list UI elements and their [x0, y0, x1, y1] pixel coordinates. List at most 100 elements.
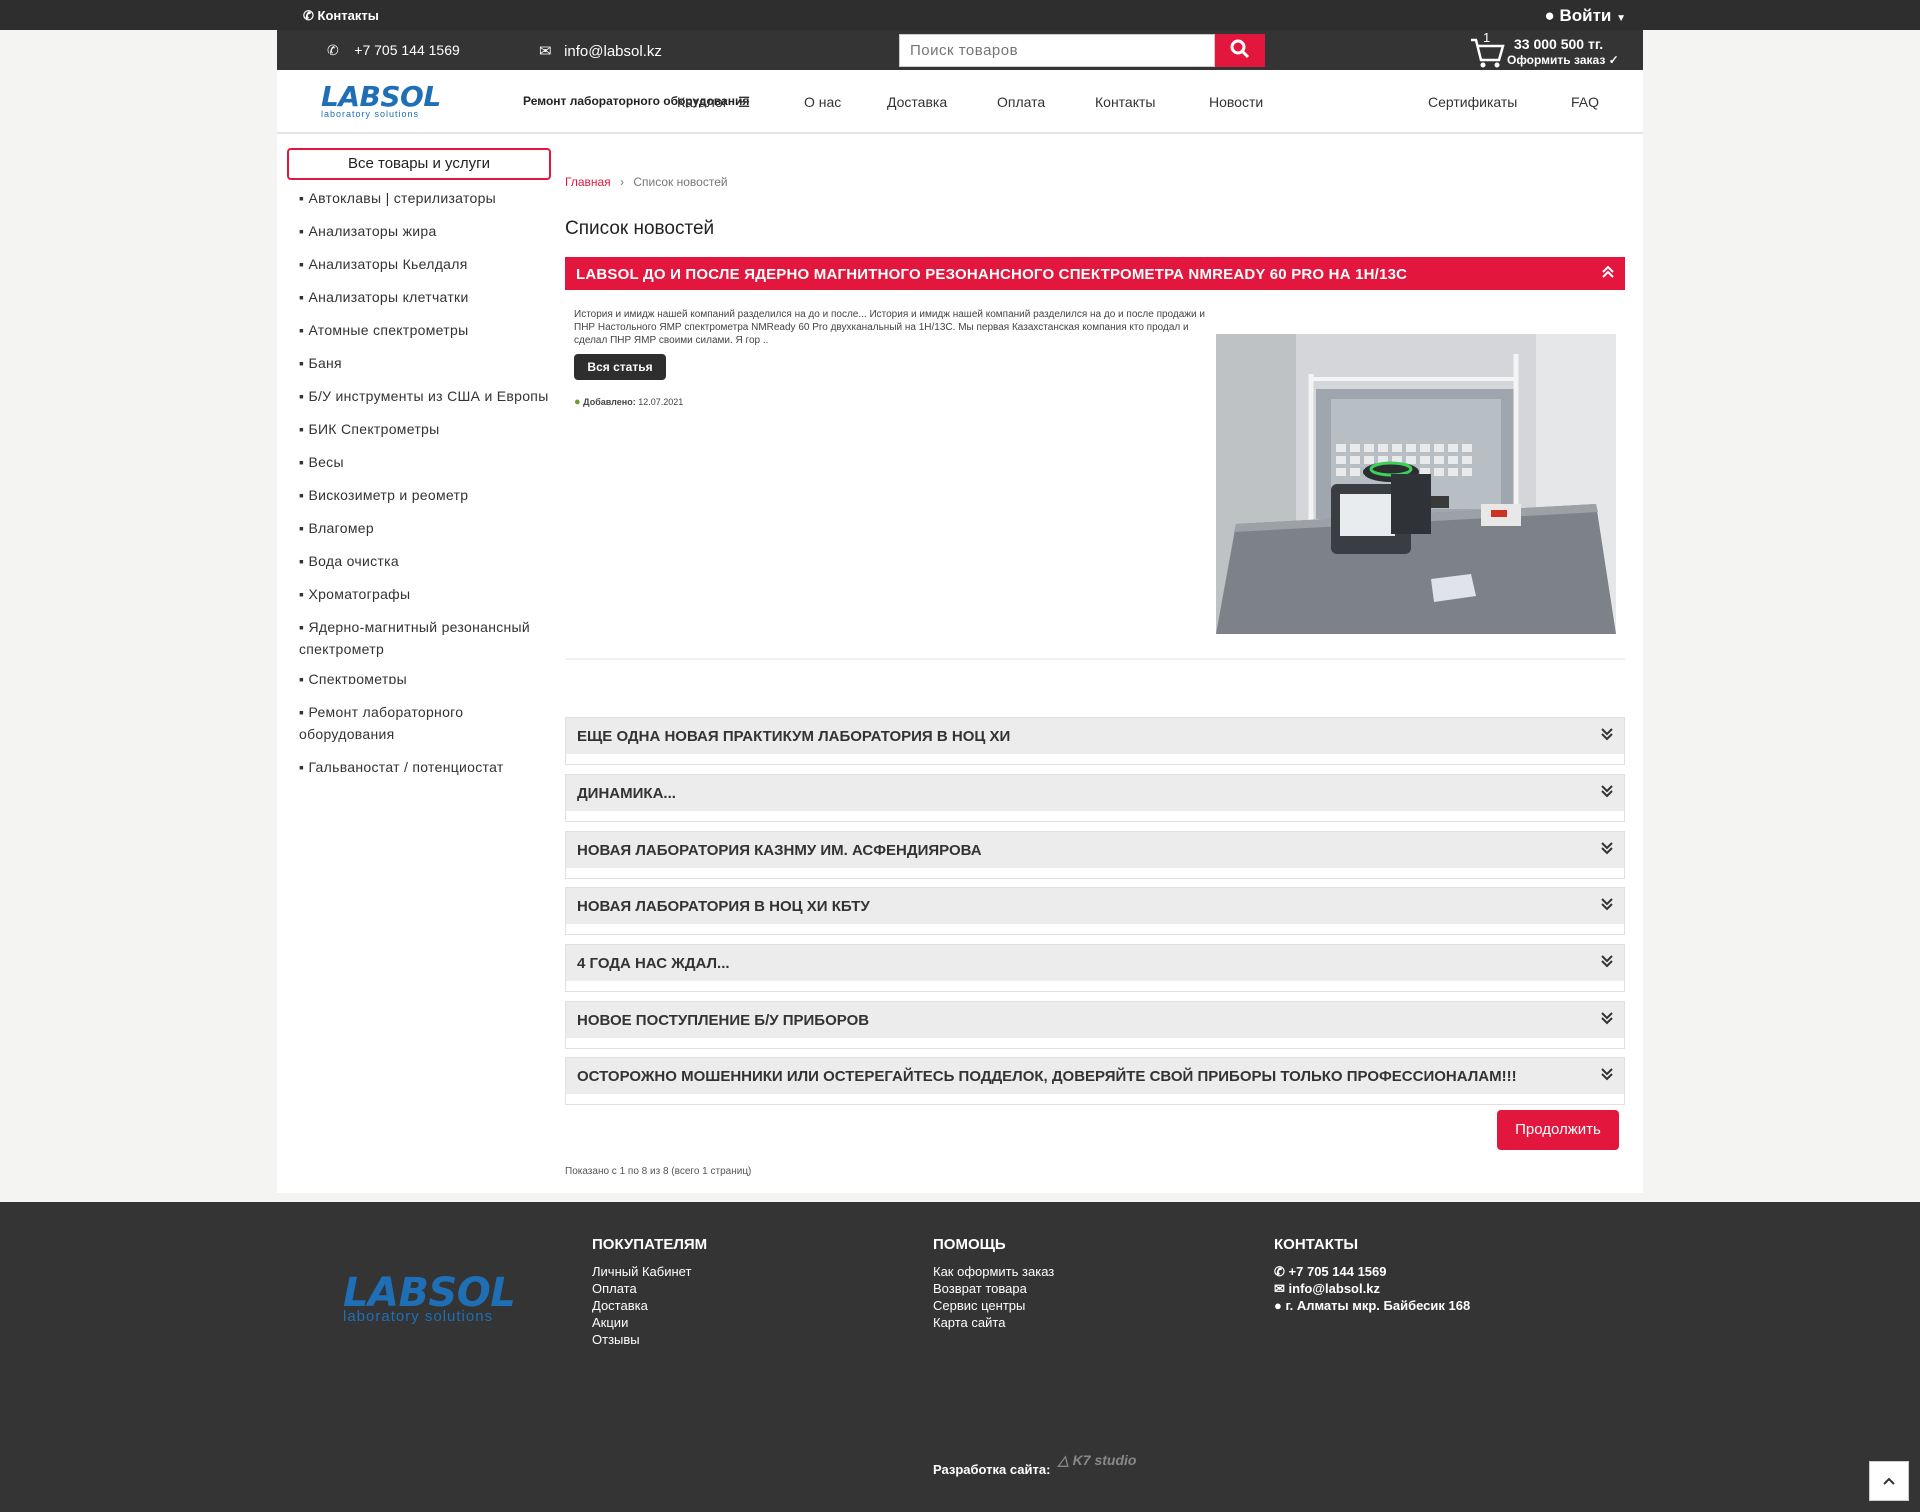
category-item[interactable]: ▪ Вискозиметр и реометр [299, 481, 551, 514]
footer-buyers-title: ПОКУПАТЕЛЯМ [592, 1236, 708, 1253]
nav-about[interactable]: О нас [804, 94, 841, 110]
footer-link[interactable]: Отзывы [592, 1331, 707, 1348]
footer-link[interactable]: Сервис центры [933, 1297, 1054, 1314]
site-footer: LABSOL laboratory solutions ПОКУПАТЕЛЯМ … [0, 1202, 1920, 1512]
search-icon [1230, 39, 1250, 59]
category-item[interactable]: ▪ Вода очистка [299, 547, 551, 580]
hamburger-icon: ☰ [737, 94, 751, 110]
chevron-double-down-icon[interactable] [1600, 841, 1614, 860]
footer-logo[interactable]: LABSOL laboratory solutions [343, 1272, 516, 1325]
article-item[interactable]: ЕЩЕ ОДНА НОВАЯ ПРАКТИКУМ ЛАБОРАТОРИЯ В Н… [565, 717, 1625, 765]
footer-help: ПОМОЩЬ Как оформить заказ Возврат товара… [933, 1236, 1054, 1331]
user-icon: ● [1544, 6, 1555, 25]
check-circle-icon: ● [574, 396, 581, 408]
footer-link[interactable]: Доставка [592, 1297, 707, 1314]
nav-catalog[interactable]: Каталог ☰ [677, 94, 750, 111]
cart-sum: 33 000 500 тг. [1514, 36, 1604, 52]
nav-certificates[interactable]: Сертификаты [1428, 94, 1517, 110]
category-item[interactable]: ▪ Хроматографы [299, 580, 551, 613]
header-email[interactable]: ✉ info@labsol.kz [539, 42, 662, 60]
category-item[interactable]: ▪ Анализаторы жира [299, 217, 551, 250]
whatsapp-icon: ✆ [303, 8, 314, 23]
category-sidebar: Все товары и услуги ▪ Автоклавы | стерил… [287, 148, 551, 786]
search-button[interactable] [1215, 34, 1265, 67]
article-excerpt: История и имидж нашей компаний разделилс… [574, 309, 1205, 346]
footer-link[interactable]: Акции [592, 1314, 707, 1331]
login-menu[interactable]: ● Войти ▼ [1544, 6, 1626, 26]
category-list: ▪ Автоклавы | стерилизаторы ▪ Анализатор… [287, 184, 551, 786]
nmr-spectrometer-photo [1216, 334, 1616, 634]
category-item[interactable]: ▪ Ремонт лабораторного оборудования [299, 698, 551, 753]
breadcrumb-current: Список новостей [633, 175, 728, 189]
caret-down-icon: ▼ [1616, 13, 1626, 24]
footer-link[interactable]: Карта сайта [933, 1314, 1054, 1331]
cart-count: 1 [1483, 30, 1491, 45]
all-products-button[interactable]: Все товары и услуги [287, 148, 551, 180]
category-item[interactable]: ▪ Спектрометры [299, 668, 551, 684]
phone-icon: ✆ [327, 42, 339, 58]
search-box [899, 34, 1273, 67]
category-item[interactable]: ▪ Влагомер [299, 514, 551, 547]
chevron-double-down-icon[interactable] [1600, 1067, 1614, 1086]
breadcrumb-separator-icon: › [620, 175, 625, 189]
footer-contacts: КОНТАКТЫ ✆ +7 705 144 1569 ✉ info@labsol… [1274, 1236, 1470, 1314]
footer-contacts-title: КОНТАКТЫ [1274, 1236, 1359, 1253]
chevron-double-down-icon[interactable] [1600, 897, 1614, 916]
checkout-link[interactable]: Оформить заказ ✓ [1507, 53, 1619, 67]
developer-logo[interactable]: △ K7 studio [1058, 1452, 1136, 1469]
continue-button[interactable]: Продолжить [1497, 1110, 1619, 1150]
chevron-double-down-icon[interactable] [1600, 1011, 1614, 1030]
scroll-to-top-button[interactable] [1869, 1461, 1909, 1501]
footer-phone[interactable]: ✆ +7 705 144 1569 [1274, 1263, 1470, 1280]
map-pin-icon: ● [1274, 1298, 1282, 1313]
nav-faq[interactable]: FAQ [1571, 94, 1599, 110]
header-phone[interactable]: ✆ +7 705 144 1569 [327, 42, 460, 59]
article-body: История и имидж нашей компаний разделилс… [565, 290, 1625, 660]
category-item[interactable]: ▪ Автоклавы | стерилизаторы [299, 184, 551, 217]
category-item[interactable]: ▪ Анализаторы клетчатки [299, 283, 551, 316]
article-item[interactable]: НОВАЯ ЛАБОРАТОРИЯ КАЗНМУ ИМ. АСФЕНДИЯРОВ… [565, 831, 1625, 879]
triangle-icon: △ [1058, 1452, 1069, 1468]
pagination-summary: Показано с 1 по 8 из 8 (всего 1 страниц) [565, 1166, 752, 1177]
developer-label: Разработка сайта: [933, 1462, 1051, 1477]
category-item[interactable]: ▪ Анализаторы Кьелдаля [299, 250, 551, 283]
article-title[interactable]: LABSOL ДО И ПОСЛЕ ЯДЕРНО МАГНИТНОГО РЕЗО… [576, 266, 1407, 283]
chevron-double-down-icon[interactable] [1600, 954, 1614, 973]
category-item[interactable]: ▪ БИК Спектрометры [299, 415, 551, 448]
read-more-button[interactable]: Вся статья [574, 354, 666, 380]
footer-link[interactable]: Как оформить заказ [933, 1263, 1054, 1280]
footer-link[interactable]: Оплата [592, 1280, 707, 1297]
search-input[interactable] [899, 34, 1215, 67]
nav-contacts[interactable]: Контакты [1095, 94, 1155, 110]
chevron-double-down-icon[interactable] [1600, 784, 1614, 803]
category-item[interactable]: ▪ Гальваностат / потенциостат [299, 753, 551, 786]
footer-link[interactable]: Возврат товара [933, 1280, 1054, 1297]
category-item[interactable]: ▪ Баня [299, 349, 551, 382]
site-logo[interactable]: LABSOL laboratory solutions [321, 82, 441, 122]
footer-email[interactable]: ✉ info@labsol.kz [1274, 1280, 1470, 1297]
article-item[interactable]: НОВАЯ ЛАБОРАТОРИЯ В НОЦ ХИ КБТУ [565, 887, 1625, 935]
article-item[interactable]: НОВОЕ ПОСТУПЛЕНИЕ Б/У ПРИБОРОВ [565, 1001, 1625, 1049]
article-photo[interactable] [1216, 334, 1616, 634]
chevron-double-down-icon[interactable] [1600, 727, 1614, 746]
chevron-up-icon [1883, 1477, 1895, 1485]
nav-payment[interactable]: Оплата [997, 94, 1045, 110]
article-open-header[interactable]: LABSOL ДО И ПОСЛЕ ЯДЕРНО МАГНИТНОГО РЕЗО… [565, 257, 1625, 290]
category-item[interactable]: ▪ Весы [299, 448, 551, 481]
top-contacts-link[interactable]: ✆ Контакты [303, 8, 379, 24]
article-item[interactable]: 4 ГОДА НАС ЖДАЛ... [565, 944, 1625, 992]
category-item[interactable]: ▪ Ядерно-магнитный резонансный спектроме… [299, 613, 551, 668]
cart-widget[interactable]: 1 33 000 500 тг. Оформить заказ ✓ [1469, 30, 1629, 68]
envelope-icon: ✉ [539, 43, 552, 60]
article-item[interactable]: ДИНАМИКА... [565, 774, 1625, 822]
breadcrumb: Главная › Список новостей [565, 175, 728, 189]
footer-link[interactable]: Личный Кабинет [592, 1263, 707, 1280]
category-item[interactable]: ▪ Атомные спектрометры [299, 316, 551, 349]
chevron-up-icon[interactable] [1601, 265, 1615, 283]
category-item[interactable]: ▪ Б/У инструменты из США и Европы [299, 382, 551, 415]
article-item[interactable]: ОСТОРОЖНО МОШЕННИКИ ИЛИ ОСТЕРЕГАЙТЕСЬ ПО… [565, 1057, 1625, 1105]
breadcrumb-home[interactable]: Главная [565, 175, 611, 189]
nav-news[interactable]: Новости [1209, 94, 1263, 110]
main-header: LABSOL laboratory solutions Ремонт лабор… [277, 70, 1643, 134]
nav-delivery[interactable]: Доставка [887, 94, 947, 110]
